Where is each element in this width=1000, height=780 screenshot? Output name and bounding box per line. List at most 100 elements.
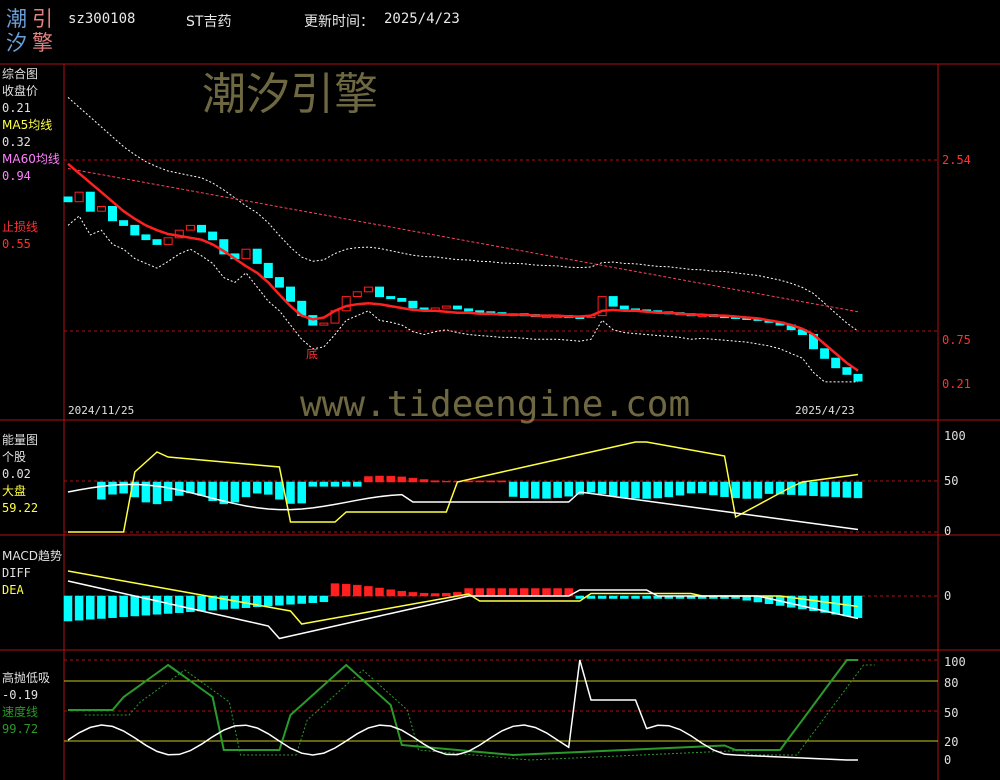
energy-bar [586,481,596,493]
macd-bar [519,588,529,597]
macd-bar [97,595,106,619]
energy-ytick: 0 [944,524,952,538]
energy-bar [564,481,573,497]
energy-bar [531,481,540,499]
energy-bar [241,481,251,498]
ma60-value: 0.94 [2,169,31,183]
energy-bar [842,481,852,498]
energy-bar [631,481,640,499]
price-candle [252,248,262,264]
price-candle [185,224,195,231]
price-candle [130,224,140,236]
macd-bar [508,588,518,597]
energy-stock-value: 0.02 [2,467,31,481]
macd-bar [597,595,607,599]
energy-bar [519,481,529,499]
lower-envelope-line [67,215,858,383]
macd-bar [608,595,618,599]
energy-bar [497,480,507,483]
stop-value: 0.55 [2,237,31,251]
macd-bar [119,595,128,618]
energy-bar [163,481,173,502]
macd-bar [397,590,407,597]
main-title: 综合图 [2,67,39,81]
macd-bar [286,595,295,605]
price-candle [842,367,852,375]
price-candle [163,237,173,245]
tide-ytick: 50 [944,706,959,720]
energy-bar [675,481,685,496]
price-candle [108,206,117,222]
price-candle [274,277,284,288]
upper-envelope-line [67,97,859,332]
energy-bar [653,481,662,499]
energy-bar [353,481,362,487]
main-ytick: 0.21 [942,377,971,391]
tide-ytick: 80 [944,676,959,690]
macd-bar [419,592,429,597]
ma5-line [67,162,859,372]
macd-bar [297,595,306,604]
macd-bar [531,588,540,597]
energy-bar [319,481,329,487]
energy-bar [442,481,451,483]
energy-bar [419,479,429,483]
energy-bar [831,481,840,498]
tide-panel [67,659,875,761]
tide-ytick: 0 [944,753,952,767]
energy-bar [553,481,562,498]
energy-bar [397,476,407,483]
date-start-label: 2024/11/25 [68,404,135,417]
energy-bar [809,481,818,497]
macd-bar [486,588,496,597]
macd-bar [375,587,384,597]
macd-bar [308,595,318,603]
macd-bar [341,583,351,597]
speed-label: 速度线 [2,705,39,719]
price-candle [408,300,418,309]
price-candle [464,308,474,312]
energy-bar [764,481,774,494]
close-value: 0.21 [2,101,31,115]
energy-bar [620,481,629,498]
energy-bar [119,481,128,494]
macd-bar [364,586,373,597]
macd-bar [586,595,596,599]
tide-ytick: 20 [944,735,959,749]
macd-bar [319,595,329,603]
energy-bar [686,481,696,494]
main-ytick: 0.75 [942,333,971,347]
energy-bar [430,480,440,483]
energy-bar [731,481,740,499]
macd-bar [642,595,651,599]
price-candle [386,296,396,300]
macd-title: MACD趋势 [2,549,62,563]
speed-value: 99.72 [2,722,39,736]
tide-ytick: 100 [944,655,966,669]
macd-bar [475,588,484,597]
price-candle [352,291,362,297]
ma5-label: MA5均线 [2,118,53,132]
price-candle [853,373,863,382]
energy-bar [475,480,484,483]
energy-bar [664,481,674,498]
energy-bar [330,481,340,487]
price-candle [241,248,251,260]
energy-bar [264,481,273,495]
energy-bar [697,481,707,494]
macd-bar [575,595,585,599]
bottom-marker: 底 [306,347,319,361]
price-candle [375,286,384,298]
energy-bar [108,481,117,495]
macd-bar [63,595,73,622]
price-candle [63,196,73,203]
energy-bar [252,481,262,494]
price-candle [820,348,830,359]
watermark-url: www.tideengine.com [300,384,691,425]
ma60-label: MA60均线 [2,152,60,166]
energy-bar [364,476,373,483]
macd-bar [330,583,340,597]
energy-bar [853,481,863,499]
tide-title: 高抛低吸 [2,671,51,685]
energy-bar [608,481,618,497]
